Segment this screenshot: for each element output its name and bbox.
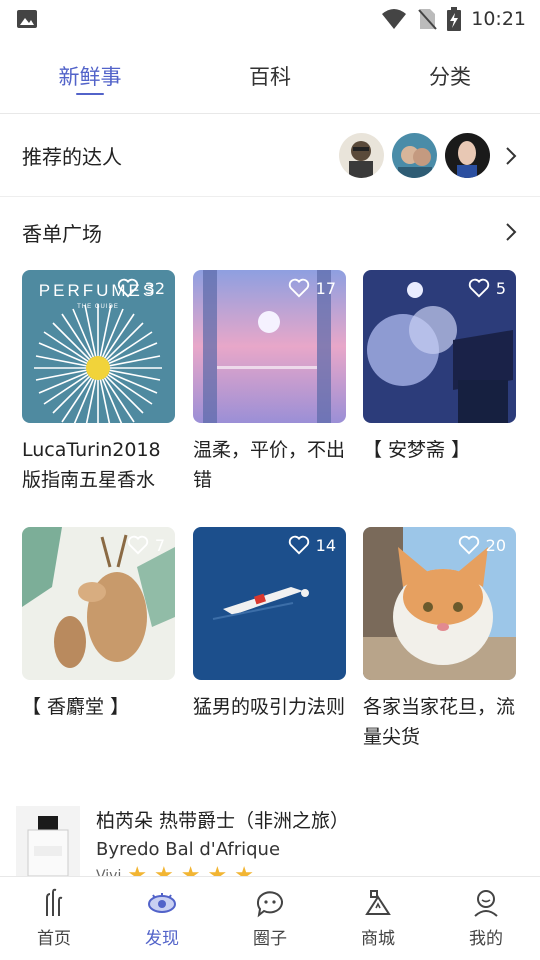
nav-home[interactable]: 首页 bbox=[0, 877, 108, 960]
like-count-value: 7 bbox=[154, 535, 165, 555]
like-count: 20 bbox=[458, 535, 506, 555]
art-sub-text: THE GUIDE bbox=[77, 304, 119, 310]
like-count-value: 5 bbox=[495, 278, 506, 298]
nav-profile-label: 我的 bbox=[469, 929, 503, 949]
perfume-list-item[interactable]: 柏芮朵 热带爵士（非洲之旅） Byredo Bal d'Afrique Vivi… bbox=[16, 806, 526, 876]
card-thumbnail: 20 bbox=[363, 527, 516, 680]
section-title: 香单广场 bbox=[22, 221, 102, 246]
like-count: 5 bbox=[468, 278, 506, 298]
playlist-card[interactable]: 20 各家当家花旦，流量尖货 bbox=[363, 527, 516, 752]
card-title: 【 香麝堂 】 bbox=[22, 696, 130, 718]
like-count-value: 17 bbox=[315, 278, 336, 298]
like-count: 14 bbox=[288, 535, 336, 555]
nav-shop-label: 商城 bbox=[361, 929, 395, 949]
bottom-nav: 首页 发现 圈子 商城 我的 bbox=[0, 876, 540, 960]
tab-encyclopedia-label: 百科 bbox=[249, 64, 291, 89]
nav-circle[interactable]: 圈子 bbox=[216, 877, 324, 960]
profile-icon bbox=[474, 890, 498, 917]
chevron-right-icon[interactable] bbox=[504, 145, 518, 167]
card-thumbnail: 17 bbox=[193, 270, 346, 423]
bag-icon bbox=[365, 890, 391, 915]
nav-discover[interactable]: 发现 bbox=[108, 877, 216, 960]
nav-circle-label: 圈子 bbox=[253, 929, 287, 949]
status-time: 10:21 bbox=[471, 8, 526, 30]
heart-icon[interactable] bbox=[468, 278, 490, 298]
no-sim-icon bbox=[418, 9, 437, 30]
like-count: 32 bbox=[117, 278, 165, 298]
heart-icon[interactable] bbox=[288, 535, 310, 555]
card-title: 【 安梦斋 】 bbox=[363, 439, 471, 461]
battery-charging-icon bbox=[447, 7, 462, 31]
card-thumbnail: 14 bbox=[193, 527, 346, 680]
card-title: 各家当家花旦，流量尖货 bbox=[363, 696, 516, 748]
playlist-card[interactable]: PERFUMES THE GUIDE 32 LucaTurin2018版指南五星… bbox=[22, 270, 175, 495]
recommended-experts-row[interactable]: 推荐的达人 bbox=[0, 115, 540, 197]
section-header[interactable]: 香单广场 bbox=[0, 198, 540, 266]
tab-encyclopedia[interactable]: 百科 bbox=[180, 38, 360, 113]
like-count: 7 bbox=[127, 535, 165, 555]
rating-row: Vivi ★ ★ ★ ★ ★ bbox=[96, 863, 349, 877]
card-thumbnail: PERFUMES THE GUIDE 32 bbox=[22, 270, 175, 423]
eye-icon bbox=[148, 893, 176, 913]
card-title: 猛男的吸引力法则 bbox=[193, 696, 346, 718]
playlist-card[interactable]: 17 温柔，平价，不出错 bbox=[193, 270, 346, 495]
playlist-card[interactable]: 14 猛男的吸引力法则 bbox=[193, 527, 346, 722]
tab-categories[interactable]: 分类 bbox=[360, 38, 540, 113]
recommended-title: 推荐的达人 bbox=[22, 145, 122, 169]
card-title: 温柔，平价，不出错 bbox=[193, 439, 346, 491]
perfume-bottle-image bbox=[16, 806, 80, 876]
like-count-value: 20 bbox=[485, 535, 506, 555]
chat-icon bbox=[256, 891, 283, 918]
avatar-list bbox=[339, 133, 490, 178]
heart-icon[interactable] bbox=[117, 278, 139, 298]
playlist-card[interactable]: 5 【 安梦斋 】 bbox=[363, 270, 516, 465]
like-count: 17 bbox=[288, 278, 336, 298]
like-count-value: 14 bbox=[315, 535, 336, 555]
like-count-value: 32 bbox=[144, 278, 165, 298]
tab-news-label: 新鲜事 bbox=[58, 64, 122, 89]
avatar[interactable] bbox=[445, 133, 490, 178]
perfume-info: 柏芮朵 热带爵士（非洲之旅） Byredo Bal d'Afrique Vivi… bbox=[96, 806, 349, 876]
wifi-icon bbox=[382, 9, 407, 29]
tab-categories-label: 分类 bbox=[429, 64, 471, 89]
card-thumbnail: 7 bbox=[22, 527, 175, 680]
perfume-name: 柏芮朵 热带爵士（非洲之旅） bbox=[96, 810, 350, 832]
nav-home-label: 首页 bbox=[37, 929, 71, 949]
avatar[interactable] bbox=[392, 133, 437, 178]
card-title: LucaTurin2018版指南五星香水 bbox=[22, 439, 161, 491]
heart-icon[interactable] bbox=[127, 535, 149, 555]
rating-prefix: Vivi bbox=[96, 868, 122, 876]
tab-news[interactable]: 新鲜事 bbox=[0, 38, 180, 113]
playlist-card[interactable]: 7 【 香麝堂 】 bbox=[22, 527, 175, 722]
nav-shop[interactable]: 商城 bbox=[324, 877, 432, 960]
avatar[interactable] bbox=[339, 133, 384, 178]
nav-discover-label: 发现 bbox=[145, 929, 179, 949]
chevron-right-icon[interactable] bbox=[504, 221, 518, 243]
gallery-icon bbox=[17, 10, 37, 28]
home-icon bbox=[46, 888, 63, 916]
status-bar: 10:21 bbox=[0, 0, 540, 38]
star-rating: ★ ★ ★ ★ ★ bbox=[127, 863, 254, 877]
top-tabs: 新鲜事 百科 分类 bbox=[0, 38, 540, 114]
heart-icon[interactable] bbox=[288, 278, 310, 298]
heart-icon[interactable] bbox=[458, 535, 480, 555]
perfume-english-name: Byredo Bal d'Afrique bbox=[96, 839, 281, 860]
card-thumbnail: 5 bbox=[363, 270, 516, 423]
nav-profile[interactable]: 我的 bbox=[432, 877, 540, 960]
